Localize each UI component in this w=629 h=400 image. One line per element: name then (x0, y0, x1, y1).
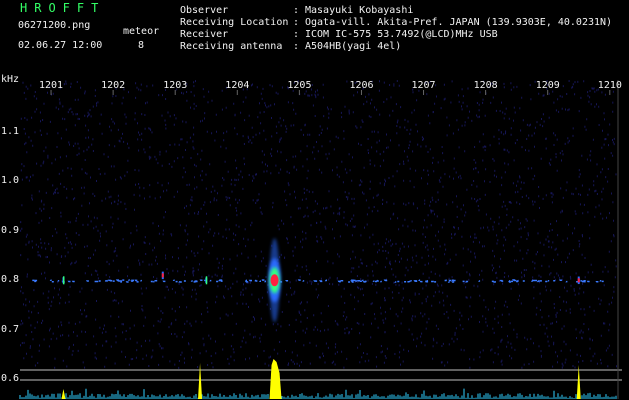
amplitude-trace (19, 359, 617, 399)
noise-floor (20, 80, 617, 369)
x-tick-label: 1205 (287, 80, 312, 91)
x-tick-label: 1207 (411, 80, 436, 91)
y-tick-label: 1.0 (1, 175, 20, 187)
meteor-echo (62, 276, 65, 285)
grid-lines (20, 80, 622, 399)
x-tick-label: 1202 (101, 80, 126, 91)
x-tick-label: 1209 (535, 80, 560, 91)
y-tick-label: 0.8 (1, 274, 20, 286)
x-tick-label: 1208 (473, 80, 498, 91)
meteor-echo (161, 273, 164, 278)
amplitude-spike (198, 363, 203, 399)
x-tick-label: 1210 (597, 80, 622, 91)
spectrogram-plot (19, 80, 622, 399)
y-tick-label: 1.1 (1, 125, 20, 137)
x-tick-label: 1206 (349, 80, 374, 91)
x-tick-label: 1204 (225, 80, 250, 91)
meteor-echo (270, 274, 279, 287)
meteor-echo (577, 278, 580, 283)
y-tick-label: 0.7 (1, 323, 20, 335)
y-tick-label: 0.9 (1, 224, 20, 236)
x-tick-label: 1203 (163, 80, 188, 91)
meteor-echo (205, 276, 208, 285)
amplitude-spike (269, 359, 282, 399)
amplitude-baseline (19, 388, 617, 399)
x-tick-label: 1201 (39, 80, 64, 91)
y-tick-label: 0.6 (1, 373, 20, 385)
noise-speckle (20, 80, 617, 369)
amplitude-spike (61, 389, 66, 399)
